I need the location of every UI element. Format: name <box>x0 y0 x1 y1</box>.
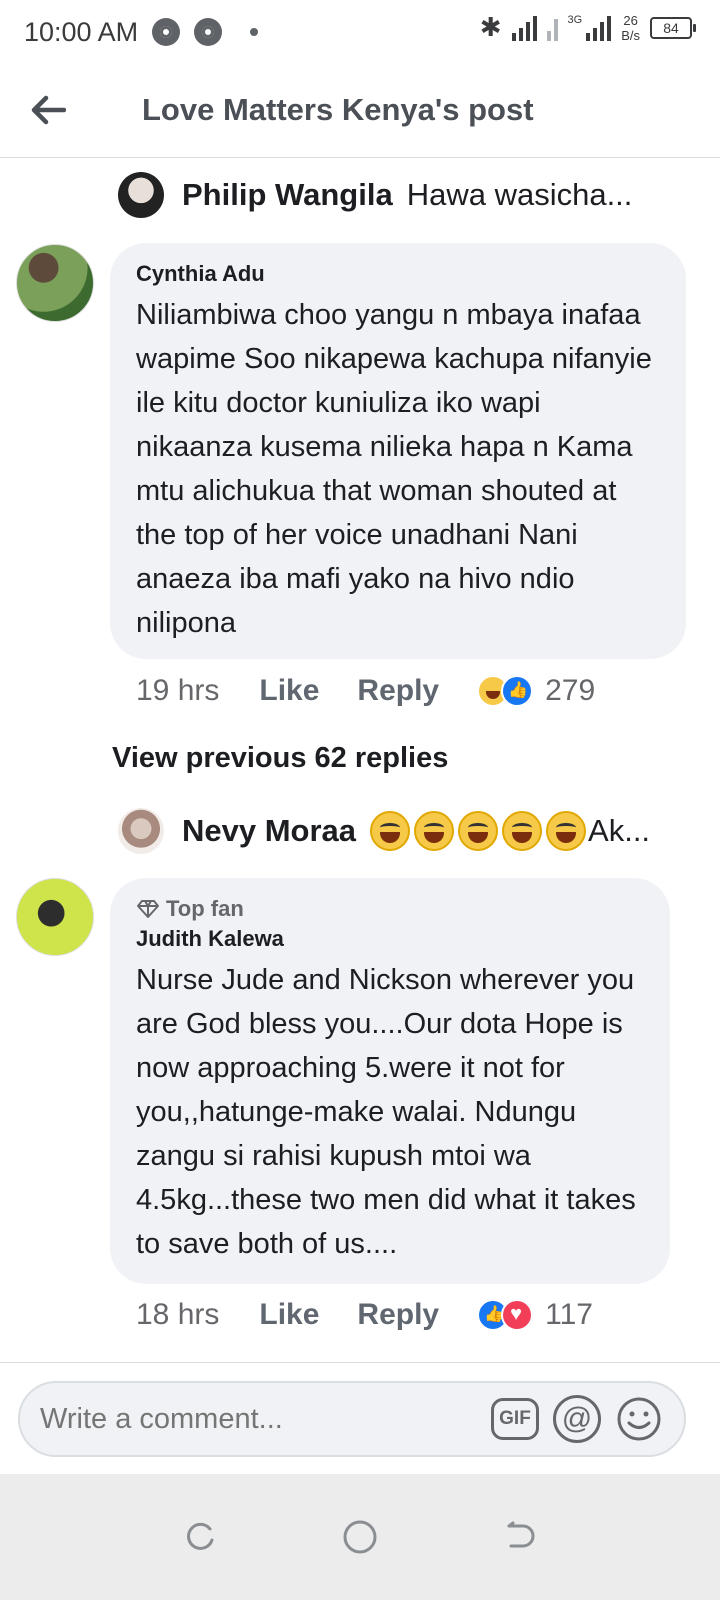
comment-meta: 19 hrs Like Reply 279 <box>136 674 595 708</box>
avatar[interactable] <box>118 808 164 854</box>
reactions[interactable] <box>477 675 534 707</box>
reply-author-name[interactable]: Philip Wangila <box>182 177 393 213</box>
like-button[interactable]: Like <box>259 1298 319 1332</box>
chrome-icon-2 <box>194 18 223 46</box>
comment-author-name[interactable]: Cynthia Adu <box>136 261 660 287</box>
home-button[interactable] <box>330 1507 390 1567</box>
love-reaction-icon <box>501 1299 534 1331</box>
emoji-button[interactable] <box>614 1394 664 1444</box>
sweat-smile-emoji-icon <box>414 811 455 851</box>
page-title: Love Matters Kenya's post <box>142 92 534 127</box>
back-arrow-icon <box>31 95 66 125</box>
avatar[interactable] <box>16 244 94 322</box>
status-time: 10:00 AM <box>24 16 139 47</box>
avatar[interactable] <box>16 878 94 956</box>
data-rate-value: 26 <box>623 12 638 28</box>
notification-dot-icon <box>250 28 259 36</box>
mention-button[interactable]: @ <box>552 1394 602 1444</box>
comment-text: Nurse Jude and Nickson wherever you are … <box>136 964 636 1260</box>
top-fan-badge: Top fan <box>136 896 644 922</box>
grinning-emoji-icon <box>370 811 411 851</box>
reply-button[interactable]: Reply <box>357 1298 439 1332</box>
comment-composer[interactable]: GIF @ <box>18 1381 686 1457</box>
battery-icon: 84 <box>650 16 696 39</box>
smiley-icon <box>617 1397 661 1441</box>
recent-apps-button[interactable] <box>170 1507 230 1567</box>
like-reaction-icon <box>501 675 534 707</box>
comment-bubble[interactable]: Top fan Judith Kalewa Nurse Jude and Nic… <box>110 878 670 1284</box>
reply-author-name[interactable]: Nevy Moraa <box>182 813 356 849</box>
chrome-icon <box>152 18 181 46</box>
bluetooth-icon: ✱ <box>479 12 502 42</box>
signal-icon-3 <box>586 15 612 41</box>
data-rate: 26 B/s <box>621 13 640 43</box>
avatar[interactable] <box>118 172 164 218</box>
home-circle-icon <box>343 1520 377 1554</box>
at-icon: @ <box>553 1395 601 1443</box>
like-button[interactable]: Like <box>259 674 319 708</box>
gif-button[interactable]: GIF <box>490 1394 540 1444</box>
status-bar: 10:00 AM ✱ 3G 26 B/s 84 <box>0 0 720 64</box>
reply-text: Hawa wasicha... <box>406 177 633 212</box>
data-rate-unit: B/s <box>621 27 640 43</box>
comment-text: Niliambiwa choo yangu n mbaya inafaa wap… <box>136 299 652 639</box>
comment-input[interactable] <box>40 1402 478 1436</box>
reactions[interactable] <box>477 1299 534 1331</box>
diamond-icon <box>137 900 159 918</box>
reaction-count[interactable]: 279 <box>545 674 595 708</box>
emoji-row <box>370 811 587 851</box>
reply-text: Ak... <box>588 813 651 848</box>
reply-button[interactable]: Reply <box>357 674 439 708</box>
top-fan-label: Top fan <box>166 896 244 921</box>
system-nav-bar <box>0 1474 720 1600</box>
tears-of-joy-emoji-icon <box>458 811 499 851</box>
comment-time: 18 hrs <box>136 1298 220 1331</box>
reply-preview[interactable]: Nevy Moraa Ak... <box>118 808 678 854</box>
recent-apps-icon <box>187 1522 214 1550</box>
tears-of-joy-emoji-icon <box>502 811 543 851</box>
comment-meta: 18 hrs Like Reply 117 <box>136 1298 593 1332</box>
comment-bubble[interactable]: Cynthia Adu Niliambiwa choo yangu n mbay… <box>110 243 686 659</box>
tears-of-joy-emoji-icon <box>546 811 587 851</box>
signal-icon-2 <box>546 15 558 41</box>
reaction-count[interactable]: 117 <box>545 1298 593 1332</box>
back-nav-icon <box>507 1521 535 1548</box>
network-type: 3G <box>567 13 583 26</box>
comment-author-name[interactable]: Judith Kalewa <box>136 926 644 952</box>
comment-time: 19 hrs <box>136 674 220 707</box>
back-button[interactable] <box>26 88 70 132</box>
post-header: Love Matters Kenya's post <box>0 64 720 158</box>
comment-composer-bar: GIF @ <box>0 1362 720 1474</box>
back-nav-button[interactable] <box>490 1507 550 1567</box>
reply-preview[interactable]: Philip Wangila Hawa wasicha... <box>118 172 678 218</box>
view-previous-replies-button[interactable]: View previous 62 replies <box>112 742 448 775</box>
gif-icon: GIF <box>491 1398 539 1440</box>
signal-icon <box>511 15 537 41</box>
